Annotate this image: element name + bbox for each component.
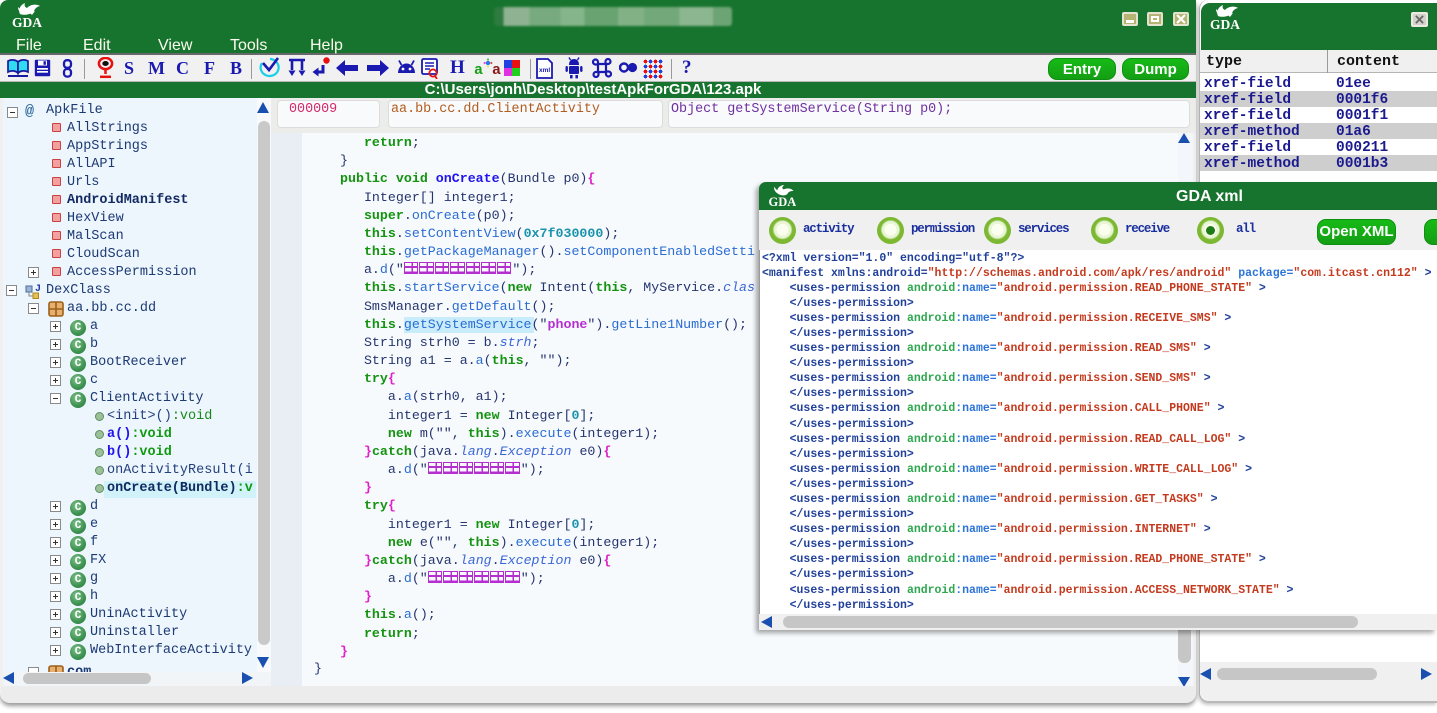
svg-text:GDA: GDA bbox=[769, 195, 797, 209]
svg-text:J: J bbox=[35, 284, 41, 295]
svg-text:xml: xml bbox=[539, 67, 550, 74]
svg-text:GDA: GDA bbox=[1210, 17, 1240, 32]
